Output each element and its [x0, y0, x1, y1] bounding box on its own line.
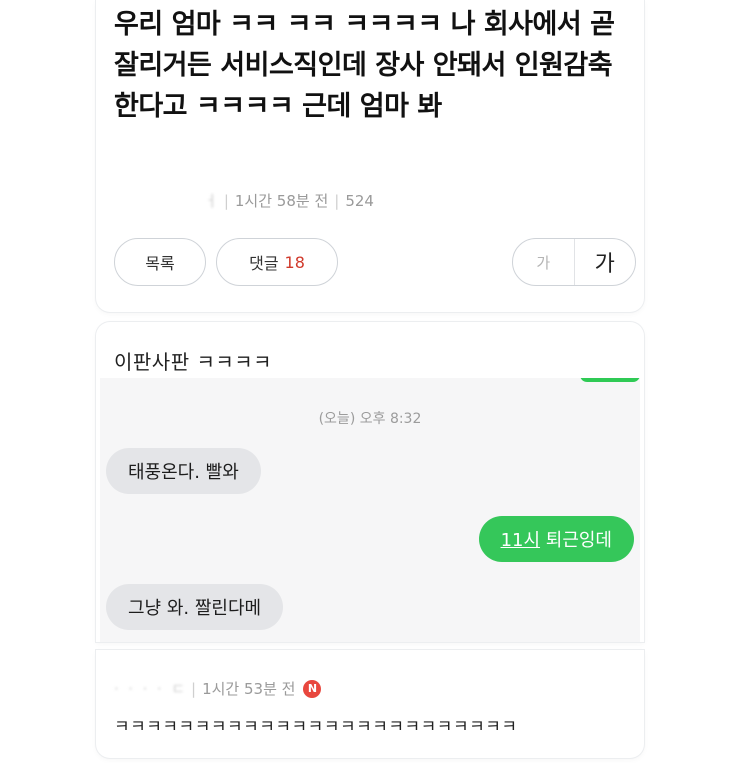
chat-message-text: 태풍온다. 빨와 — [128, 462, 239, 483]
reply-meta: · · · · ㄷ | 1시간 53분 전 N — [114, 678, 322, 699]
chat-bubble-incoming: 태풍온다. 빨와 — [106, 448, 261, 494]
meta-separator: | — [334, 192, 340, 210]
chat-screenshot: (오늘) 오후 8:32 태풍온다. 빨와 11시 퇴근잉데 그냥 와. 짤린다… — [100, 378, 640, 642]
reply-text: ㅋㅋㅋㅋㅋㅋㅋㅋㅋㅋㅋㅋㅋㅋㅋㅋㅋㅋㅋㅋㅋㅋㅋㅋㅋ — [114, 717, 518, 737]
chat-message-time-text: 11시 — [500, 530, 541, 551]
post-meta: ㅓ | 1시간 58분 전 | 524 — [204, 190, 374, 211]
comment-card: 이판사판 ㅋㅋㅋㅋ (오늘) 오후 8:32 태풍온다. 빨와 11시 퇴근잉데… — [96, 322, 644, 642]
meta-separator: | — [223, 192, 229, 210]
post-card: 우리 엄마 ㅋㅋ ㅋㅋ ㅋㅋㅋㅋ 나 회사에서 곧 잘리거든 서비스직인데 장사… — [96, 0, 644, 312]
comment-text: 이판사판 ㅋㅋㅋㅋ — [114, 350, 273, 374]
post-author[interactable]: ㅓ — [204, 192, 218, 210]
chat-bubble-outgoing: 11시 퇴근잉데 — [478, 516, 634, 562]
font-size-large-button[interactable]: 가 — [575, 239, 636, 285]
reply-time: 1시간 53분 전 — [202, 680, 296, 698]
font-size-small-button[interactable]: 가 — [513, 239, 575, 285]
meta-separator: | — [191, 679, 197, 698]
list-button[interactable]: 목록 — [114, 238, 206, 286]
chat-bubble-incoming: 그냥 와. 짤린다메 — [106, 584, 284, 630]
post-time: 1시간 58분 전 — [234, 192, 329, 210]
chat-message-text: 그냥 와. 짤린다메 — [128, 598, 262, 619]
post-views: 524 — [345, 192, 374, 210]
chat-previous-bubble — [580, 378, 640, 382]
chat-message-text: 퇴근잉데 — [540, 530, 612, 551]
comments-button-label: 댓글 — [249, 254, 279, 273]
post-title: 우리 엄마 ㅋㅋ ㅋㅋ ㅋㅋㅋㅋ 나 회사에서 곧 잘리거든 서비스직인데 장사… — [114, 9, 615, 122]
comments-button[interactable]: 댓글 18 — [216, 238, 338, 286]
list-button-label: 목록 — [145, 254, 175, 273]
new-badge: N — [303, 679, 322, 698]
font-size-toggle: 가 가 — [512, 238, 636, 286]
reply-author[interactable]: · · · · ㄷ — [114, 678, 185, 699]
chat-date-divider: (오늘) 오후 8:32 — [318, 411, 422, 427]
reply-card: · · · · ㄷ | 1시간 53분 전 N ㅋㅋㅋㅋㅋㅋㅋㅋㅋㅋㅋㅋㅋㅋㅋㅋㅋㅋ… — [96, 650, 644, 758]
comments-count: 18 — [284, 252, 305, 272]
